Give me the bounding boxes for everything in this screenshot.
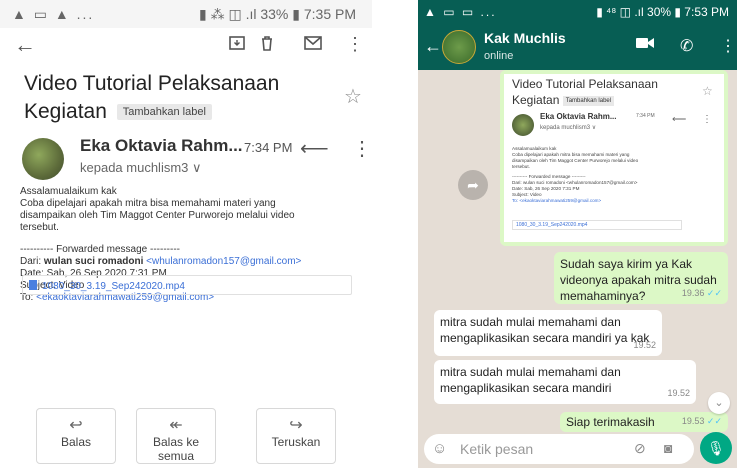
video-attachment[interactable]: 1080_30_3.19_Sep242020.mp4 — [22, 275, 352, 295]
reply-icon: ↩ — [69, 417, 83, 434]
screenshot-attachment: 1080_30_3.19_Sep242020.mp4 — [512, 220, 682, 230]
status-notifications: ▲ ▭ ▭ ... — [424, 5, 497, 19]
image-message[interactable]: Video Tutorial Pelaksanaan Kegiatan Tamb… — [500, 70, 728, 246]
screenshot-recipient: kepada muchlism3 ∨ — [540, 125, 597, 131]
body-line: tersebut. — [20, 222, 59, 233]
from-email-link[interactable]: <whulanromadon157@gmail.com> — [146, 256, 301, 267]
message-time: 19.52 — [633, 340, 656, 350]
add-label-chip[interactable]: Tambahkan label — [116, 104, 212, 121]
forwarded-from: Dari: wulan suci romadoni <whulanromadon… — [20, 256, 302, 267]
attachment-filename: 1080_30_3.19_Sep242020.mp4 — [42, 281, 185, 292]
star-icon: ☆ — [702, 84, 713, 98]
screenshot-sender: Eka Oktavia Rahm... — [540, 112, 617, 121]
chat-menu-icon[interactable]: ⋮ — [720, 36, 736, 56]
recipient-line[interactable]: kepada muchlism3 ∨ — [80, 160, 202, 176]
forward-share-icon[interactable]: ➦ — [458, 170, 488, 200]
attach-icon[interactable]: ⊘ — [634, 440, 646, 457]
sender-name: Eka Oktavia Rahm... — [80, 136, 243, 155]
chat-header: ← Kak Muchlis online ✆ ⋮ — [418, 24, 737, 70]
screenshot-root: ▲ ▭ ▲ ... ▮ ⁂ ◫ .ıl 33% ▮ 7:35 PM ← ⋮ Vi… — [0, 0, 737, 468]
email-time: 7:34 PM — [244, 140, 293, 155]
message-input[interactable]: ☺ Ketik pesan ⊘ ◙ — [424, 434, 694, 464]
message-text: mitra sudah mulai memahami dan mengaplik… — [440, 365, 621, 395]
reply-label: Balas — [60, 435, 92, 449]
scroll-down-icon[interactable]: ⌄ — [708, 392, 730, 414]
voice-call-icon[interactable]: ✆ — [680, 36, 693, 56]
status-battery-time: ▮ ⁂ ◫ .ıl 33% ▮ 7:35 PM — [198, 6, 356, 22]
mark-unread-icon[interactable] — [302, 34, 324, 56]
message-text: mitra sudah mulai memahami dan mengaplik… — [440, 315, 650, 345]
message-time: 19.52 — [667, 388, 690, 398]
reply-actions: ↩ Balas ↞ Balas ke semua ↪ Teruskan — [36, 408, 336, 464]
message-bubble-outgoing[interactable]: Siap terimakasih 19.53 ✓✓ — [560, 412, 728, 432]
avatar[interactable] — [442, 30, 476, 64]
microphone-icon[interactable]: 🎙 — [700, 432, 732, 464]
body-greeting: Assalamualaikum kak — [20, 186, 117, 197]
message-bubble-incoming[interactable]: mitra sudah mulai memahami dan mengaplik… — [434, 310, 662, 356]
message-text: Siap terimakasih — [566, 415, 655, 429]
body-line: Coba dipelajari apakah mitra bisa memaha… — [20, 198, 276, 209]
reply-icon[interactable]: ⟵ — [300, 136, 329, 161]
email-screenshot-image: Video Tutorial Pelaksanaan Kegiatan Tamb… — [504, 74, 724, 242]
forward-icon: ↪ — [289, 417, 303, 434]
contact-presence: online — [484, 50, 514, 62]
forwarded-header: ---------- Forwarded message --------- — [20, 244, 180, 255]
screenshot-subject: Video Tutorial Pelaksanaan Kegiatan Tamb… — [512, 77, 658, 107]
status-bar: ▲ ▭ ▲ ... ▮ ⁂ ◫ .ıl 33% ▮ 7:35 PM — [0, 0, 372, 28]
avatar — [22, 138, 64, 180]
screenshot-time: 7:34 PM — [636, 113, 655, 119]
message-more-icon[interactable]: ⋮ — [352, 136, 372, 161]
message-time: 19.36 ✓✓ — [681, 288, 722, 298]
reply-all-label: Balas ke semua — [152, 435, 200, 463]
contact-name[interactable]: Kak Muchlis — [484, 30, 566, 46]
star-icon[interactable]: ☆ — [344, 84, 362, 109]
gmail-toolbar: ← ⋮ — [0, 28, 372, 64]
reply-all-button[interactable]: ↞ Balas ke semua — [136, 408, 216, 464]
back-arrow-icon[interactable]: ← — [424, 36, 442, 57]
video-call-icon[interactable] — [636, 36, 654, 55]
reply-icon: ⟵ — [672, 114, 687, 125]
status-bar: ▲ ▭ ▭ ... ▮ ⁴⁸ ◫ .ıl 30% ▮ 7:53 PM — [418, 0, 737, 24]
whatsapp-phone-screen: ▲ ▭ ▭ ... ▮ ⁴⁸ ◫ .ıl 30% ▮ 7:53 PM ← Kak… — [418, 0, 737, 468]
reply-button[interactable]: ↩ Balas — [36, 408, 116, 464]
message-time: 19.53 ✓✓ — [681, 416, 722, 426]
status-notifications: ▲ ▭ ▲ ... — [12, 6, 95, 22]
gmail-phone-screen: ▲ ▭ ▲ ... ▮ ⁂ ◫ .ıl 33% ▮ 7:35 PM ← ⋮ Vi… — [0, 0, 372, 468]
message-placeholder: Ketik pesan — [460, 441, 534, 457]
file-icon — [29, 280, 37, 290]
avatar — [512, 114, 534, 136]
reply-all-icon: ↞ — [169, 417, 183, 434]
delete-icon[interactable] — [256, 34, 278, 56]
body-line: disampaikan oleh Tim Maggot Center Purwo… — [20, 210, 295, 221]
status-battery-time: ▮ ⁴⁸ ◫ .ıl 30% ▮ 7:53 PM — [596, 5, 729, 19]
screenshot-body: Assalamualaikum kak Coba dipelajari apak… — [512, 146, 639, 203]
camera-icon[interactable]: ◙ — [664, 440, 672, 456]
forward-button[interactable]: ↪ Teruskan — [256, 408, 336, 464]
emoji-icon[interactable]: ☺ — [432, 440, 447, 457]
forward-label: Teruskan — [271, 435, 321, 449]
back-arrow-icon[interactable]: ← — [14, 32, 36, 58]
read-ticks-icon: ✓✓ — [706, 288, 722, 298]
more-icon: ⋮ — [702, 114, 712, 125]
message-bubble-incoming[interactable]: mitra sudah mulai memahami dan mengaplik… — [434, 360, 696, 404]
read-ticks-icon: ✓✓ — [706, 416, 722, 426]
message-bubble-outgoing[interactable]: Sudah saya kirim ya Kak videonya apakah … — [554, 252, 728, 304]
archive-icon[interactable] — [226, 34, 248, 56]
overflow-menu-icon[interactable]: ⋮ — [344, 34, 366, 56]
email-subject: Video Tutorial Pelaksanaan Kegiatan Tamb… — [24, 70, 334, 126]
